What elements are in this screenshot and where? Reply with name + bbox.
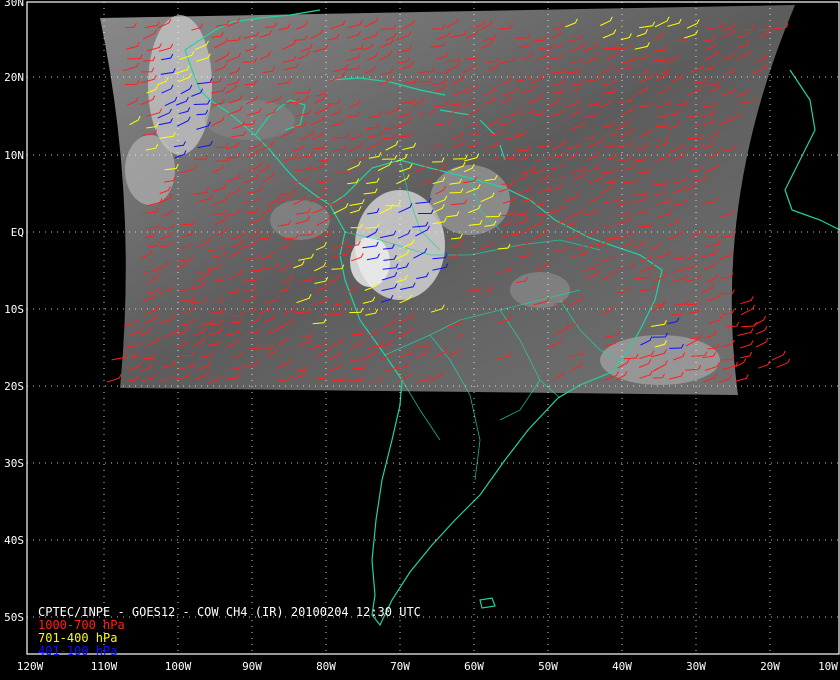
satellite-wind-map: 30N 20N 10N EQ 10S 20S 30S 40S 50S 120W … (4, 0, 840, 673)
lat-label: 50S (4, 611, 24, 624)
wind-barb (755, 325, 768, 335)
lat-label: 30S (4, 457, 24, 470)
map-caption: CPTEC/INPE - GOES12 - COW CH4 (IR) 20100… (38, 605, 421, 658)
lon-label: 120W (17, 660, 44, 673)
lon-label: 80W (316, 660, 336, 673)
wind-barb (771, 350, 786, 361)
coastline-falklands (479, 597, 496, 609)
wind-barb (776, 358, 791, 368)
lon-label: 100W (165, 660, 192, 673)
lon-label: 10W (818, 660, 838, 673)
wind-barb (740, 296, 754, 305)
lat-label: 20S (4, 380, 24, 393)
lat-label: EQ (11, 226, 24, 239)
lon-label: 30W (686, 660, 706, 673)
wind-barb (735, 374, 749, 382)
lat-label: 40S (4, 534, 24, 547)
lat-label: 10N (4, 149, 24, 162)
wind-barb (737, 328, 754, 336)
wind-barb (740, 351, 753, 359)
wind-barb (106, 373, 122, 383)
lon-label: 60W (464, 660, 484, 673)
legend-mid-level: 701-400 hPa (38, 631, 117, 645)
coastline-africa (784, 69, 840, 231)
lat-label: 30N (4, 0, 24, 9)
caption-title: CPTEC/INPE - GOES12 - COW CH4 (IR) 20100… (38, 605, 421, 619)
wind-barb (740, 304, 756, 316)
lon-label: 20W (760, 660, 780, 673)
wind-barb (753, 315, 767, 326)
lon-label: 110W (91, 660, 118, 673)
lon-label: 40W (612, 660, 632, 673)
lon-label: 70W (390, 660, 410, 673)
legend-high-level: 401-100 hPa (38, 644, 117, 658)
lat-label: 20N (4, 71, 24, 84)
lon-label: 50W (538, 660, 558, 673)
longitude-labels: 120W 110W 100W 90W 80W 70W 60W 50W 40W 3… (17, 660, 839, 673)
wind-barb (758, 360, 771, 369)
wind-barb (755, 337, 769, 348)
lon-label: 90W (242, 660, 262, 673)
legend-low-level: 1000-700 hPa (38, 618, 125, 632)
lat-label: 10S (4, 303, 24, 316)
latitude-labels: 30N 20N 10N EQ 10S 20S 30S 40S 50S (4, 0, 24, 624)
wind-barb (739, 340, 754, 349)
